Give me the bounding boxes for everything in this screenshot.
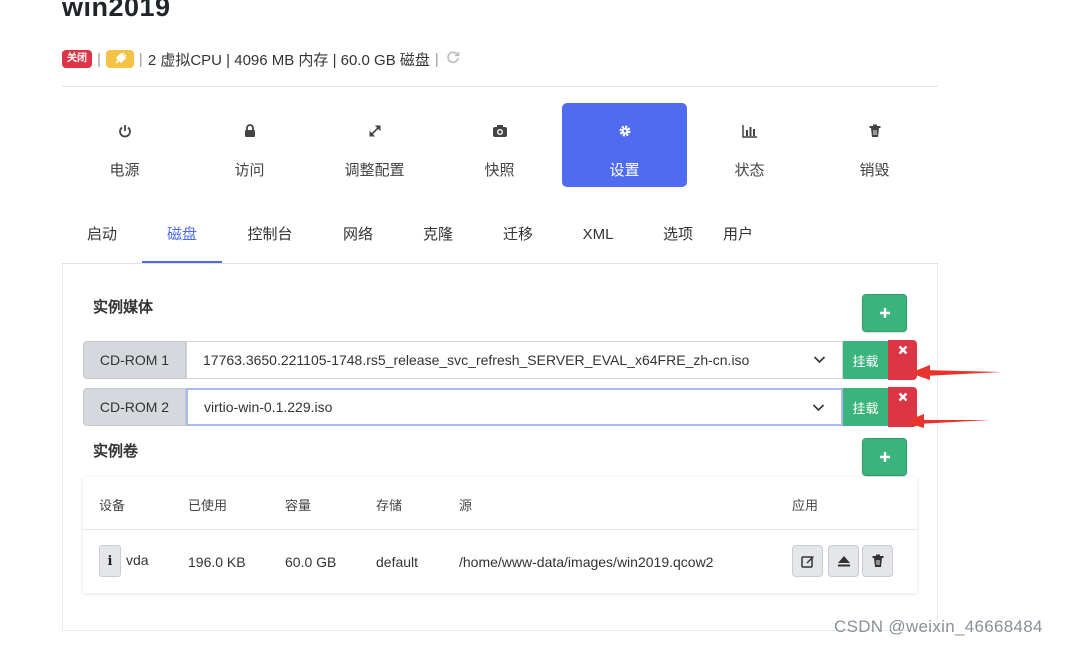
tab-users[interactable]: 用户 (716, 216, 760, 263)
action-access[interactable]: 访问 (187, 103, 312, 187)
add-volume-button[interactable] (862, 438, 907, 476)
action-label: 销毁 (859, 162, 890, 179)
cdrom-row: CD-ROM 1 17763.3650.221105-1748.rs5_rele… (83, 340, 917, 380)
resize-icon (312, 124, 437, 140)
arrow-annotation (916, 420, 990, 424)
tab-migrate[interactable]: 迁移 (494, 216, 542, 263)
cdrom-row: CD-ROM 2 virtio-win-0.1.229.iso 挂载 (83, 387, 917, 427)
volume-storage: default (376, 554, 419, 570)
action-destroy[interactable]: 销毁 (812, 103, 937, 187)
tab-network[interactable]: 网络 (334, 216, 382, 263)
mount-button[interactable]: 挂载 (843, 341, 888, 379)
cdrom-label: CD-ROM 2 (83, 388, 186, 426)
eject-icon (837, 556, 850, 567)
action-power[interactable]: 电源 (62, 103, 187, 187)
action-snapshot[interactable]: 快照 (437, 103, 562, 187)
cdrom-selected-iso: virtio-win-0.1.229.iso (204, 399, 333, 415)
cdrom-selected-iso: 17763.3650.221105-1748.rs5_release_svc_r… (203, 352, 750, 368)
info-button[interactable]: i (99, 545, 121, 577)
column-header: 应用 (792, 498, 819, 513)
tab-xml[interactable]: XML (574, 216, 622, 263)
action-settings[interactable]: 设置 (562, 103, 687, 187)
divider-line (62, 86, 938, 87)
action-status[interactable]: 状态 (687, 103, 812, 187)
column-header: 源 (459, 498, 473, 513)
action-resize[interactable]: 调整配置 (312, 103, 437, 187)
tab-disk[interactable]: 磁盘 (142, 216, 222, 263)
mount-button[interactable]: 挂载 (843, 388, 888, 426)
vm-info-bar: 关闭 | | 2 虚拟CPU | 4096 MB 内存 | 60.0 GB 磁盘… (62, 48, 460, 70)
info-icon: i (107, 553, 113, 569)
edit-volume-button[interactable] (792, 545, 823, 577)
camera-icon (437, 124, 562, 140)
divider: | (97, 50, 101, 68)
arrow-annotation (904, 414, 924, 428)
plus-icon (879, 308, 890, 318)
action-label: 快照 (484, 162, 515, 179)
plug-badge (105, 50, 134, 68)
annotation-arrows (904, 365, 1002, 428)
action-label: 电源 (109, 162, 140, 179)
trash-icon (812, 124, 937, 140)
action-label: 设置 (609, 162, 640, 179)
watermark: CSDN @weixin_46668484 (834, 617, 1043, 636)
cdrom-iso-select[interactable]: 17763.3650.221105-1748.rs5_release_svc_r… (186, 341, 843, 379)
status-badge: 关闭 (62, 50, 92, 68)
cdrom-label: CD-ROM 1 (83, 341, 186, 379)
column-header: 容量 (285, 498, 312, 513)
divider: | (138, 50, 143, 68)
edit-icon (800, 556, 814, 568)
volumes-section-title: 实例卷 (93, 443, 139, 460)
lock-icon (187, 124, 312, 140)
divider: | (434, 50, 439, 68)
volume-capacity: 60.0 GB (285, 554, 337, 570)
media-section-title: 实例媒体 (93, 299, 154, 316)
page-title: win2019 (62, 0, 171, 22)
chevron-down-icon (812, 404, 825, 412)
plus-icon (879, 452, 890, 462)
add-media-button[interactable] (862, 294, 907, 332)
tab-clone[interactable]: 克隆 (414, 216, 462, 263)
action-label: 访问 (234, 162, 265, 179)
row-divider (83, 529, 917, 530)
plug-icon (115, 52, 127, 64)
tab-boot[interactable]: 启动 (76, 216, 128, 263)
action-label: 调整配置 (344, 162, 405, 179)
tab-console[interactable]: 控制台 (238, 216, 302, 263)
column-header: 已使用 (188, 498, 228, 513)
arrow-annotation (922, 370, 1002, 376)
eject-volume-button[interactable] (828, 545, 859, 577)
column-header: 设备 (99, 498, 126, 513)
column-header: 存储 (376, 498, 403, 513)
volume-used: 196.0 KB (188, 554, 246, 570)
chevron-down-icon (813, 356, 826, 364)
action-label: 状态 (734, 162, 765, 179)
cdrom-iso-select[interactable]: virtio-win-0.1.229.iso (186, 388, 843, 426)
volume-source: /home/www-data/images/win2019.qcow2 (459, 554, 714, 570)
vm-specs: 2 虚拟CPU | 4096 MB 内存 | 60.0 GB 磁盘 (147, 51, 430, 69)
arrow-annotation (910, 365, 930, 380)
volumes-table: 设备 已使用 容量 存储 源 应用 i vda 196.0 KB 60.0 GB… (83, 477, 917, 593)
bar-chart-icon (687, 124, 812, 140)
gear-icon (562, 124, 687, 140)
tab-options[interactable]: 选项 (656, 216, 700, 263)
power-icon (62, 124, 187, 140)
trash-icon (872, 554, 883, 567)
volume-device: vda (126, 552, 149, 568)
settings-tabs: 启动 磁盘 控制台 网络 克隆 迁移 XML 选项 用户 (62, 216, 938, 264)
delete-volume-button[interactable] (862, 545, 893, 577)
action-bar: 电源 访问 调整配置 快照 设置 状态 销毁 (62, 103, 938, 187)
refresh-icon[interactable] (446, 50, 460, 68)
